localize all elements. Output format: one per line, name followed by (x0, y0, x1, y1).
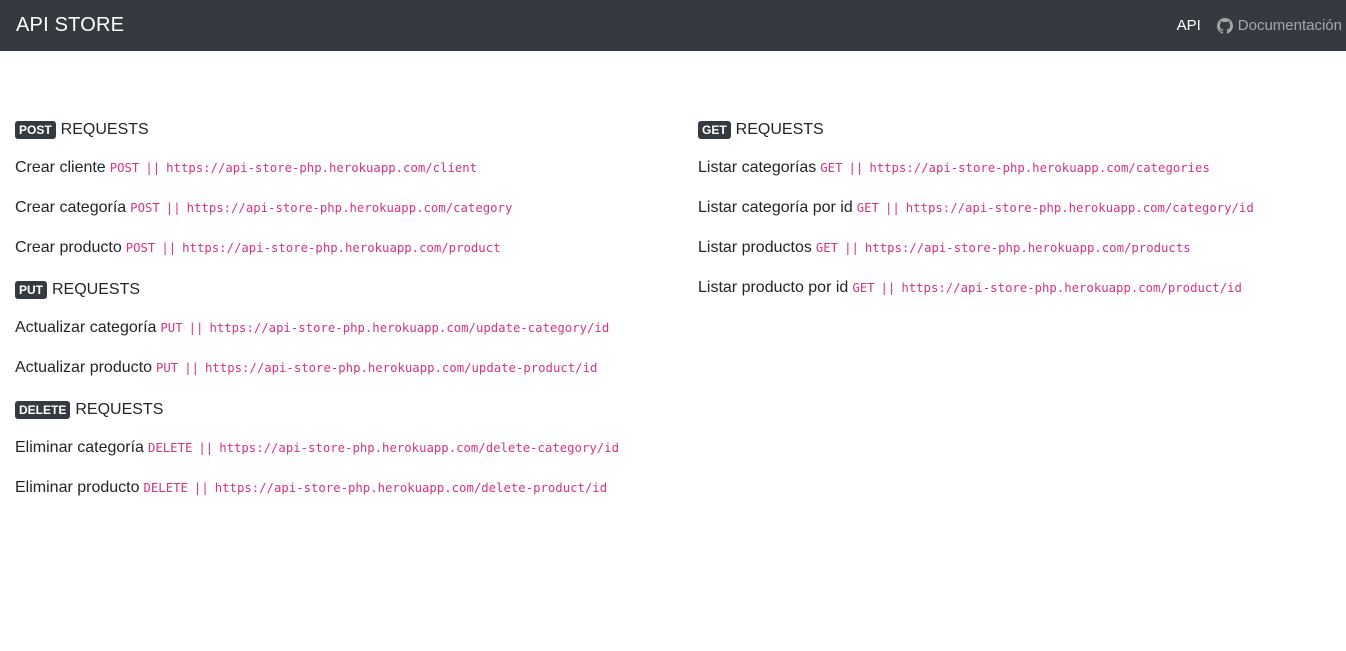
request-label: Crear categoría (15, 199, 127, 216)
request-url: https://api-store-php.herokuapp.com/prod… (182, 241, 501, 255)
request-url: https://api-store-php.herokuapp.com/cate… (869, 161, 1210, 175)
request-row: Eliminar categoría DELETE || https://api… (15, 439, 619, 461)
put-section-heading: PUT REQUESTS (15, 279, 619, 301)
get-section-heading: GET REQUESTS (698, 119, 1254, 141)
request-label: Listar productos (698, 239, 812, 256)
request-url: https://api-store-php.herokuapp.com/cate… (186, 201, 513, 215)
request-method: PUT (160, 321, 183, 335)
request-method: DELETE (143, 481, 188, 495)
request-separator: || (145, 161, 161, 175)
request-label: Actualizar categoría (15, 319, 157, 336)
request-row: Actualizar categoría PUT || https://api-… (15, 319, 619, 341)
request-method: GET (852, 281, 875, 295)
github-icon (1216, 17, 1233, 34)
request-row: Listar producto por id GET || https://ap… (698, 279, 1254, 301)
request-url: https://api-store-php.herokuapp.com/upda… (205, 361, 598, 375)
request-separator: || (844, 241, 859, 255)
navbar: API STORE API Documentación (0, 0, 1346, 51)
request-row: Listar categoría por id GET || https://a… (698, 199, 1254, 221)
post-section-title: REQUESTS (60, 121, 149, 138)
request-method: DELETE (147, 441, 193, 455)
request-method: PUT (155, 361, 179, 375)
request-row: Listar productos GET || https://api-stor… (698, 239, 1254, 261)
request-separator: || (848, 161, 864, 175)
request-separator: || (198, 441, 214, 455)
delete-section-heading: DELETE REQUESTS (15, 399, 619, 421)
request-row: Actualizar producto PUT || https://api-s… (15, 359, 619, 381)
request-url: https://api-store-php.herokuapp.com/dele… (219, 441, 619, 455)
request-url: https://api-store-php.herokuapp.com/cate… (905, 201, 1254, 215)
get-section-title: REQUESTS (735, 121, 824, 138)
request-url: https://api-store-php.herokuapp.com/upda… (209, 321, 610, 335)
delete-badge: DELETE (15, 401, 71, 419)
brand-title[interactable]: API STORE (16, 14, 124, 37)
request-label: Listar producto por id (698, 279, 849, 296)
nav-link-api[interactable]: API (1177, 17, 1201, 34)
request-label: Crear producto (15, 239, 122, 256)
request-label: Actualizar producto (15, 359, 152, 376)
post-badge: POST (15, 121, 56, 139)
request-separator: || (161, 241, 177, 255)
request-label: Listar categoría por id (698, 199, 853, 216)
request-method: POST (125, 241, 156, 255)
request-label: Listar categorías (698, 159, 817, 176)
request-separator: || (165, 201, 181, 215)
request-url: https://api-store-php.herokuapp.com/prod… (901, 281, 1242, 295)
nav-link-documentation[interactable]: Documentación (1216, 17, 1342, 34)
request-label: Eliminar producto (15, 479, 140, 496)
delete-section-title: REQUESTS (75, 401, 164, 418)
get-badge: GET (698, 121, 731, 139)
request-label: Eliminar categoría (15, 439, 144, 456)
request-url: https://api-store-php.herokuapp.com/dele… (214, 481, 608, 495)
request-separator: || (188, 321, 204, 335)
put-badge: PUT (15, 281, 47, 299)
request-separator: || (880, 281, 896, 295)
request-url: https://api-store-php.herokuapp.com/clie… (166, 161, 478, 175)
request-separator: || (193, 481, 209, 495)
request-method: GET (815, 241, 839, 255)
request-row: Crear cliente POST || https://api-store-… (15, 159, 619, 181)
nav-link-documentation-label: Documentación (1237, 17, 1342, 34)
request-separator: || (884, 201, 900, 215)
request-row: Listar categorías GET || https://api-sto… (698, 159, 1254, 181)
right-column: GET REQUESTS Listar categorías GET || ht… (698, 119, 1254, 319)
request-row: Crear categoría POST || https://api-stor… (15, 199, 619, 221)
request-row: Crear producto POST || https://api-store… (15, 239, 619, 261)
left-column: POST REQUESTS Crear cliente POST || http… (15, 119, 619, 519)
request-row: Eliminar producto DELETE || https://api-… (15, 479, 619, 501)
navbar-links: API Documentación (1177, 0, 1342, 51)
request-method: POST (109, 161, 140, 175)
request-url: https://api-store-php.herokuapp.com/prod… (864, 241, 1191, 255)
request-separator: || (184, 361, 199, 375)
request-method: GET (820, 161, 843, 175)
post-section-heading: POST REQUESTS (15, 119, 619, 141)
request-method: POST (130, 201, 160, 215)
put-section-title: REQUESTS (52, 281, 141, 298)
request-method: GET (856, 201, 879, 215)
request-label: Crear cliente (15, 159, 106, 176)
